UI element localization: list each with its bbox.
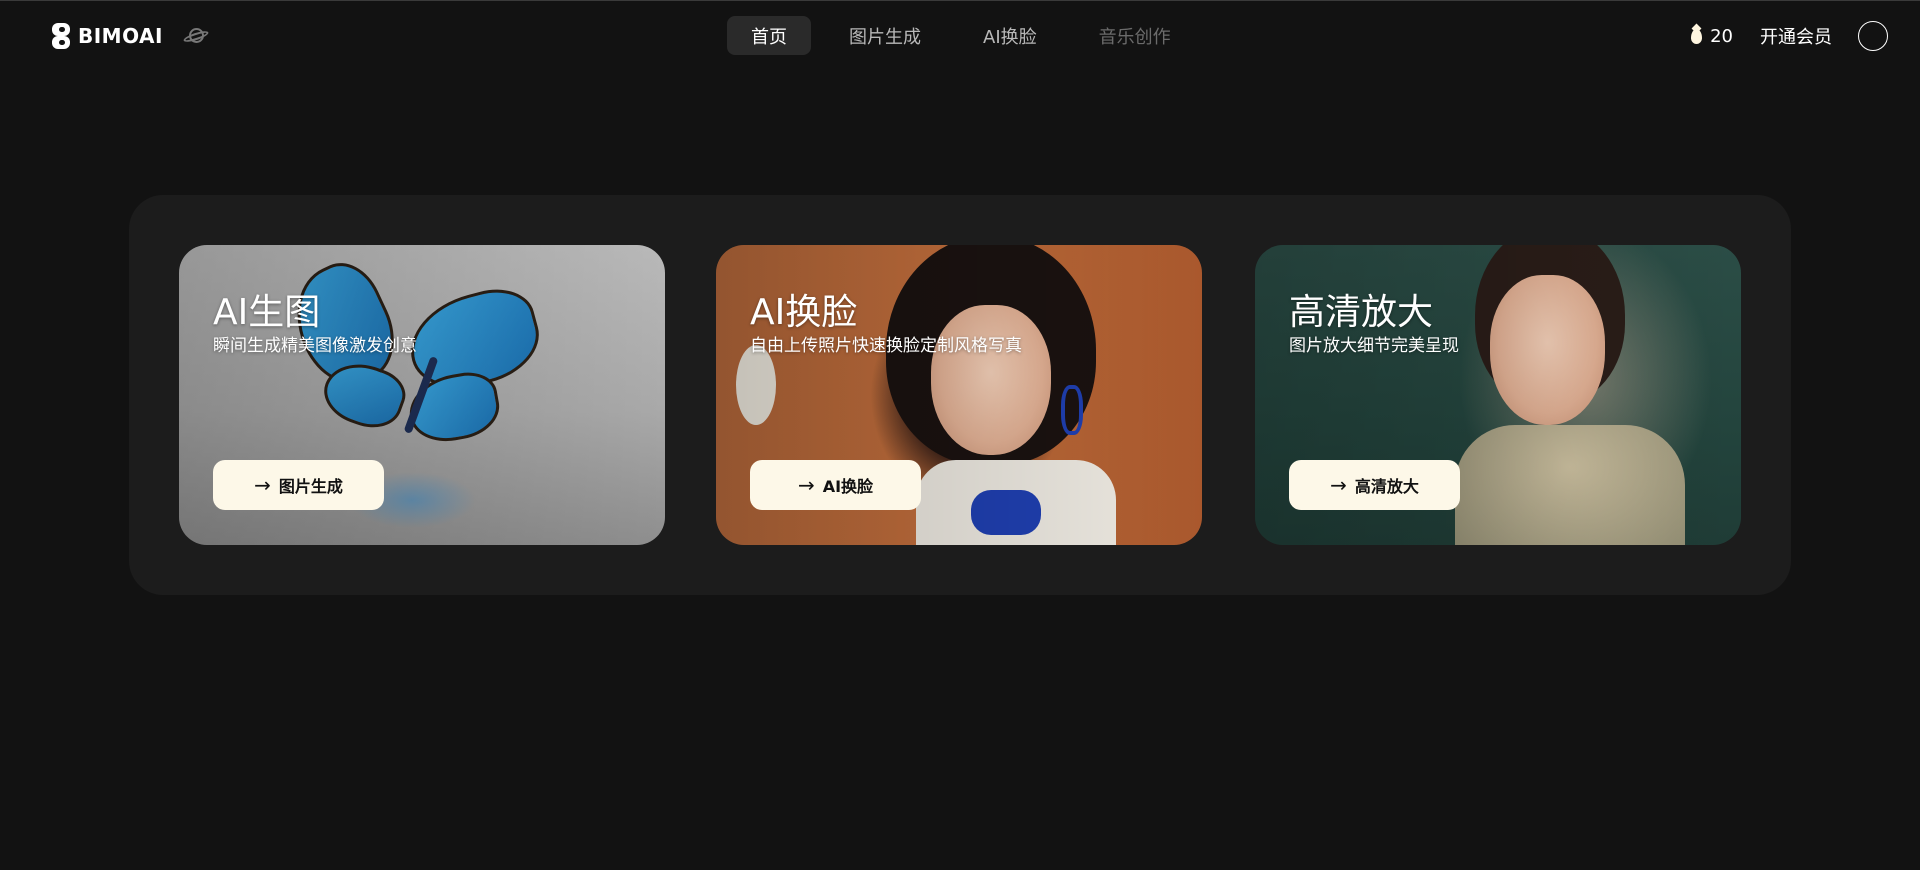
image-generation-button[interactable]: → 图片生成 [213,460,384,510]
nav-image-generation[interactable]: 图片生成 [825,16,945,55]
feature-card-ai-image[interactable]: AI生图 瞬间生成精美图像激发创意 → 图片生成 [179,245,665,545]
top-navigation-bar: BIMOAI 首页 图片生成 AI换脸 音乐创作 20 开通会员 [0,0,1920,70]
drop-icon [1691,28,1703,44]
logo-icon [50,22,72,50]
brand-name: BIMOAI [78,24,163,48]
arrow-right-icon: → [1330,473,1347,497]
upscale-button[interactable]: → 高清放大 [1289,460,1460,510]
credit-count: 20 [1710,25,1733,47]
card-subtitle: 图片放大细节完美呈现 [1289,336,1459,356]
vip-button[interactable]: 开通会员 [1760,23,1832,49]
feature-card-upscale[interactable]: 高清放大 图片放大细节完美呈现 → 高清放大 [1255,245,1741,545]
button-label: 图片生成 [278,477,343,496]
nav-home[interactable]: 首页 [727,16,811,55]
planet-icon[interactable] [182,25,210,47]
feature-card-face-swap[interactable]: AI换脸 自由上传照片快速换脸定制风格写真 → AI换脸 [716,245,1202,545]
button-label: AI换脸 [822,477,874,496]
main-nav: 首页 图片生成 AI换脸 音乐创作 [727,16,1209,55]
card-title: AI生图 [213,292,321,333]
arrow-right-icon: → [797,473,815,497]
brand-logo[interactable]: BIMOAI [50,21,210,51]
nav-music-creation[interactable]: 音乐创作 [1075,16,1195,55]
arrow-right-icon: → [254,473,271,497]
card-subtitle: 瞬间生成精美图像激发创意 [213,336,417,356]
credit-balance[interactable]: 20 [1691,26,1733,47]
feature-panel: AI生图 瞬间生成精美图像激发创意 → 图片生成 AI换脸 自由上传照片快速换脸… [129,195,1791,595]
card-title: 高清放大 [1289,292,1434,333]
button-label: 高清放大 [1354,477,1419,496]
nav-face-swap[interactable]: AI换脸 [959,16,1061,55]
header-tools: 20 开通会员 [1691,21,1888,51]
card-subtitle: 自由上传照片快速换脸定制风格写真 [750,336,1022,356]
card-title: AI换脸 [750,292,858,333]
face-swap-button[interactable]: → AI换脸 [750,460,921,510]
avatar[interactable] [1858,21,1888,51]
